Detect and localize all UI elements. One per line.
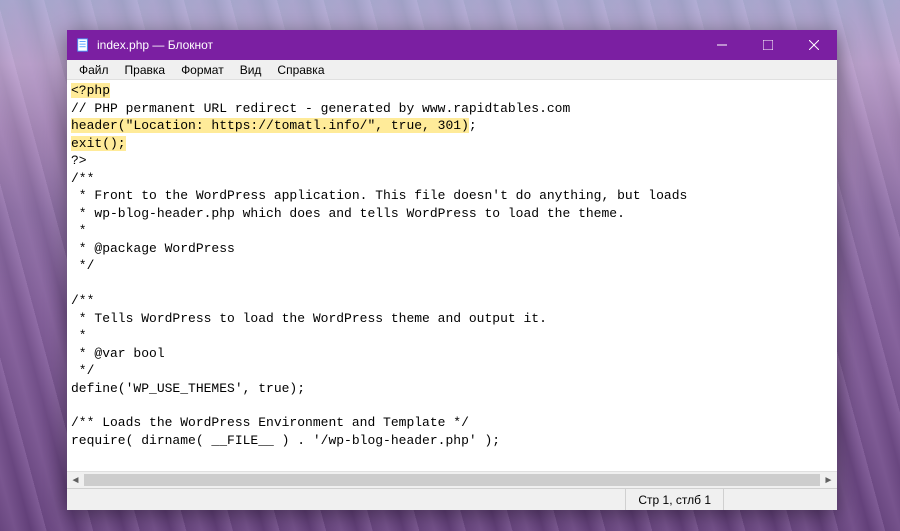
code-line: * Front to the WordPress application. Th… [71, 187, 833, 205]
code-line [71, 275, 833, 292]
menu-view[interactable]: Вид [232, 61, 270, 79]
code-line: <?php [71, 82, 833, 100]
code-line [71, 397, 833, 414]
code-line: * Tells WordPress to load the WordPress … [71, 310, 833, 328]
menu-file[interactable]: Файл [71, 61, 117, 79]
code-line: /** [71, 292, 833, 310]
minimize-button[interactable] [699, 30, 745, 60]
code-line: * @var bool [71, 345, 833, 363]
window-controls [699, 30, 837, 60]
code-line: * [71, 327, 833, 345]
code-line: */ [71, 362, 833, 380]
code-line: require( dirname( __FILE__ ) . '/wp-blog… [71, 432, 833, 450]
status-spacer [723, 489, 833, 510]
code-line: // PHP permanent URL redirect - generate… [71, 100, 833, 118]
scroll-right-arrow[interactable]: ► [820, 472, 837, 489]
code-line: */ [71, 257, 833, 275]
statusbar: Стр 1, стлб 1 [67, 488, 837, 510]
notepad-window: index.php — Блокнот Файл Правка Формат В… [67, 30, 837, 510]
code-line: * wp-blog-header.php which does and tell… [71, 205, 833, 223]
code-line: * @package WordPress [71, 240, 833, 258]
menu-format[interactable]: Формат [173, 61, 232, 79]
code-line: /** [71, 170, 833, 188]
code-line: * [71, 222, 833, 240]
titlebar[interactable]: index.php — Блокнот [67, 30, 837, 60]
scrollbar-thumb[interactable] [84, 474, 820, 486]
code-line: exit(); [71, 135, 833, 153]
scroll-left-arrow[interactable]: ◄ [67, 472, 84, 489]
code-line: define('WP_USE_THEMES', true); [71, 380, 833, 398]
menu-edit[interactable]: Правка [117, 61, 174, 79]
code-line: /** Loads the WordPress Environment and … [71, 414, 833, 432]
code-line: ?> [71, 152, 833, 170]
notepad-icon [75, 37, 91, 53]
maximize-button[interactable] [745, 30, 791, 60]
menu-help[interactable]: Справка [269, 61, 332, 79]
horizontal-scrollbar[interactable]: ◄ ► [67, 471, 837, 488]
cursor-position: Стр 1, стлб 1 [625, 489, 723, 510]
menubar: Файл Правка Формат Вид Справка [67, 60, 837, 80]
window-title: index.php — Блокнот [97, 38, 699, 52]
code-line: header("Location: https://tomatl.info/",… [71, 117, 833, 135]
close-button[interactable] [791, 30, 837, 60]
text-editor[interactable]: <?php// PHP permanent URL redirect - gen… [67, 80, 837, 471]
